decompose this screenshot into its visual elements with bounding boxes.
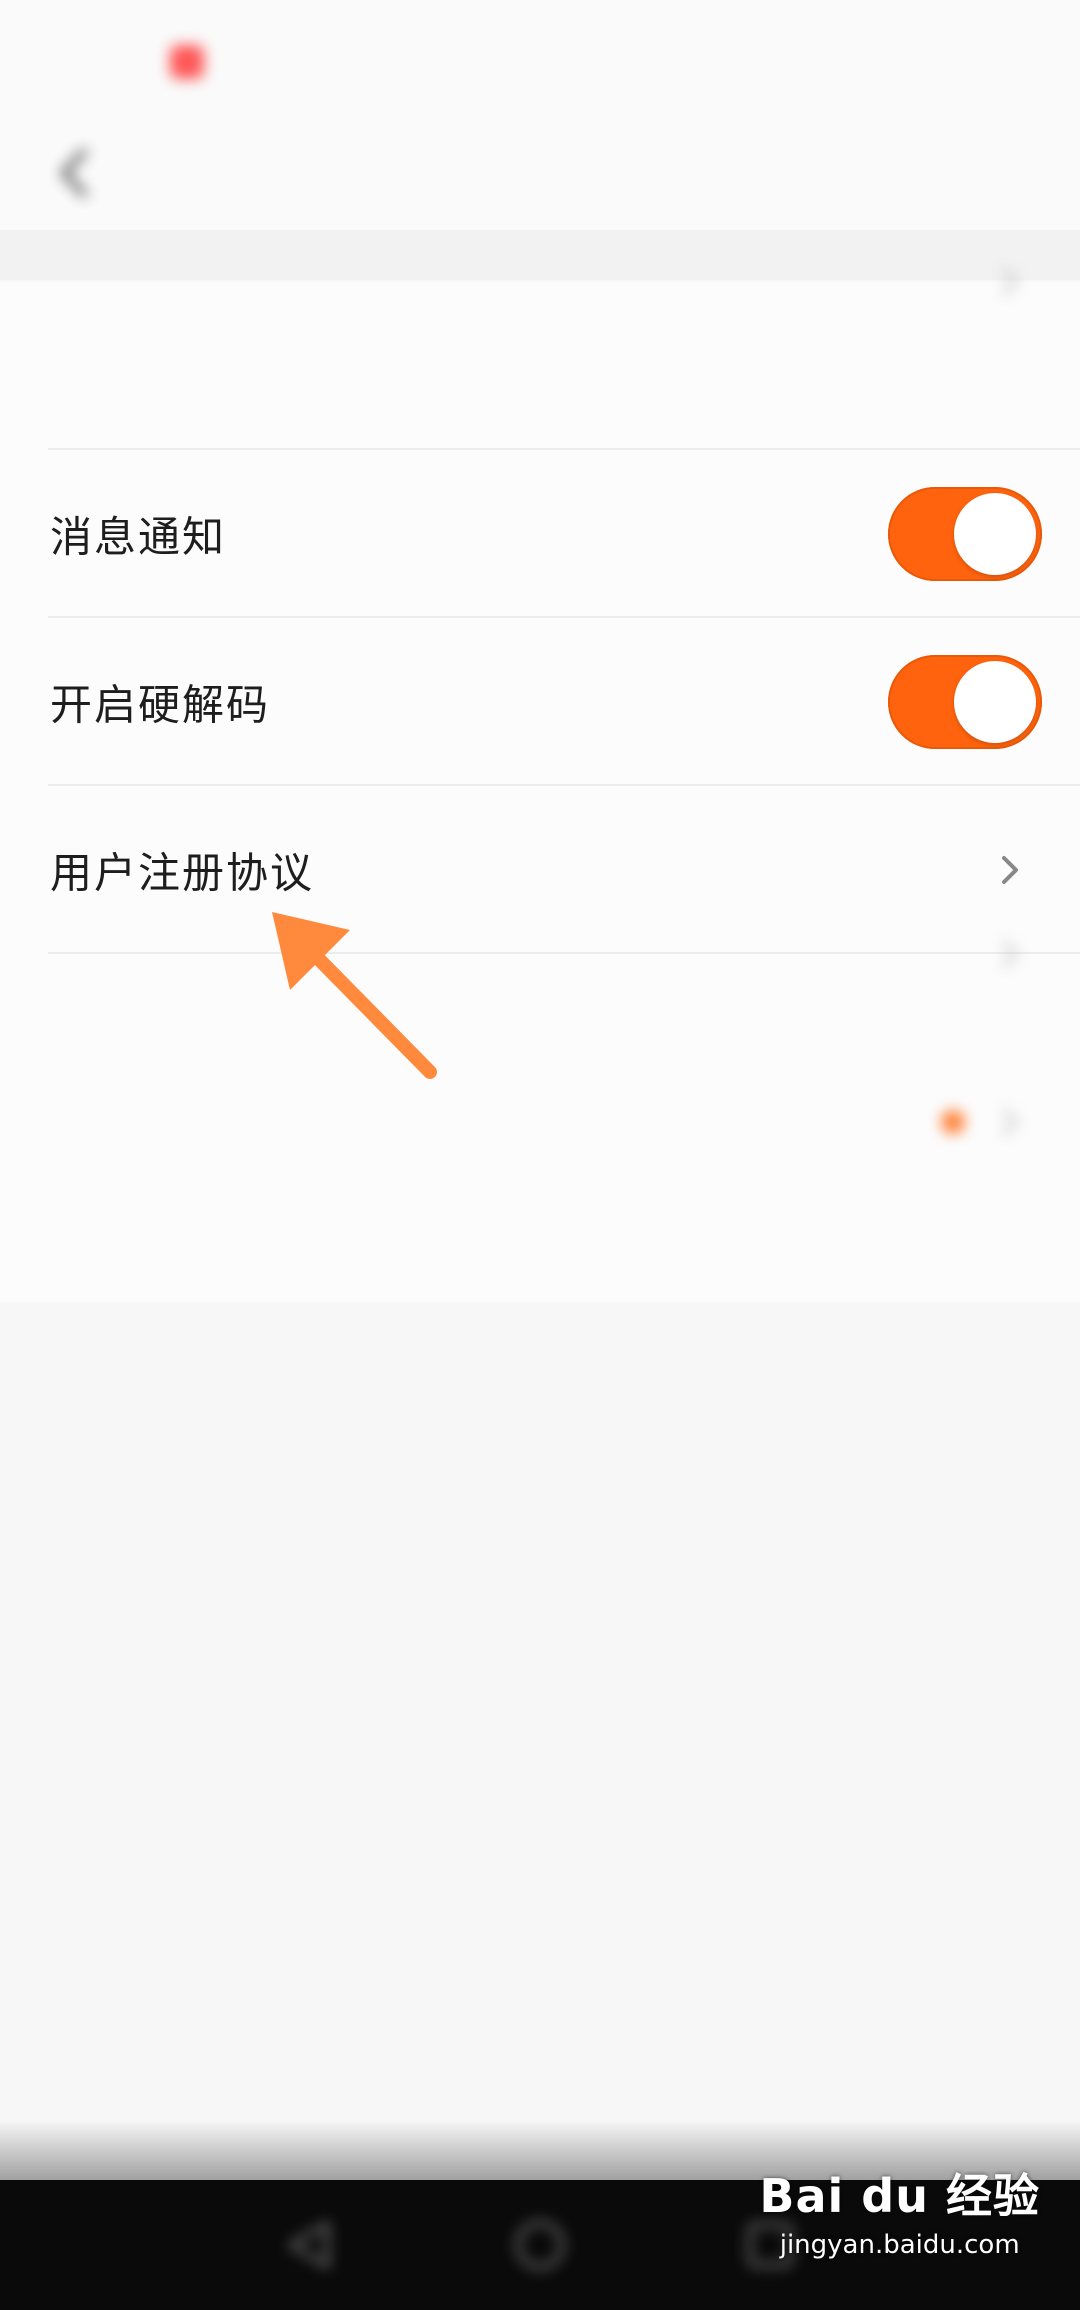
- section-divider: [0, 230, 1080, 280]
- system-nav-bar: Bai du 经验 jingyan.baidu.com: [0, 2169, 1080, 2310]
- watermark-url: jingyan.baidu.com: [779, 2230, 1020, 2260]
- chevron-right-icon: [990, 262, 1030, 302]
- toggle-knob: [954, 493, 1036, 575]
- settings-row-cache[interactable]: [0, 268, 1080, 450]
- nav-home-button[interactable]: [505, 2210, 575, 2280]
- notification-dot-icon: [170, 44, 204, 79]
- settings-row-user-agreement[interactable]: 用户注册协议: [0, 786, 1080, 954]
- update-badge-icon: [941, 1110, 965, 1134]
- status-bar-left: [160, 40, 214, 80]
- settings-row-label: 用户注册协议: [50, 848, 315, 898]
- settings-row-label: 消息通知: [50, 512, 227, 562]
- chevron-right-icon: [990, 850, 1030, 890]
- status-bar: [0, 0, 1080, 120]
- chevron-right-icon: [990, 1102, 1030, 1142]
- message-notification-toggle[interactable]: [888, 487, 1042, 581]
- settings-row-hardware-decoding: 开启硬解码: [0, 618, 1080, 786]
- back-triangle-icon: [288, 2221, 330, 2269]
- chevron-left-icon: [61, 149, 87, 197]
- settings-row-privacy[interactable]: [0, 940, 1080, 1122]
- watermark-logo: Bai du 经验: [759, 2169, 1040, 2223]
- arrow-up-left-icon: [260, 900, 450, 1090]
- chevron-right-icon: [990, 934, 1030, 974]
- settings-row-message-notification: 消息通知: [0, 450, 1080, 618]
- home-circle-icon: [515, 2220, 565, 2270]
- title-bar: [0, 120, 1080, 230]
- back-button[interactable]: [40, 138, 110, 208]
- hardware-decoding-toggle[interactable]: [888, 655, 1042, 749]
- nav-back-button[interactable]: [275, 2210, 345, 2280]
- settings-row-about[interactable]: [0, 1108, 1080, 1290]
- settings-list: 消息通知 开启硬解码 用户注册协议: [0, 268, 1080, 1302]
- settings-screen: 消息通知 开启硬解码 用户注册协议 Bai du 经验 jingyan.baid…: [0, 0, 1080, 2310]
- toggle-knob: [954, 661, 1036, 743]
- baidu-jingyan-watermark: Bai du 经验 jingyan.baidu.com: [759, 2160, 1040, 2260]
- settings-row-label: 开启硬解码: [50, 680, 271, 730]
